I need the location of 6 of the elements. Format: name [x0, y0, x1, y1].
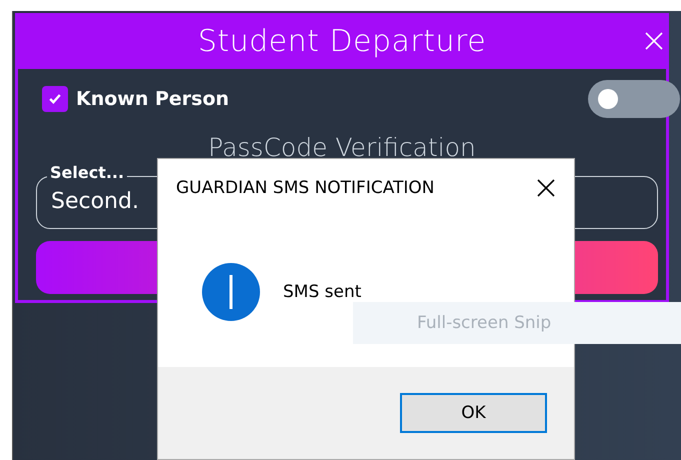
window-title: Student Departure: [198, 24, 486, 58]
dialog-title: GUARDIAN SMS NOTIFICATION: [176, 178, 435, 198]
dialog-message: SMS sent: [283, 282, 362, 302]
tooltip: Full-screen Snip: [353, 302, 681, 344]
checkbox-label: Known Person: [76, 88, 230, 110]
section-title: PassCode Verification: [207, 133, 477, 162]
